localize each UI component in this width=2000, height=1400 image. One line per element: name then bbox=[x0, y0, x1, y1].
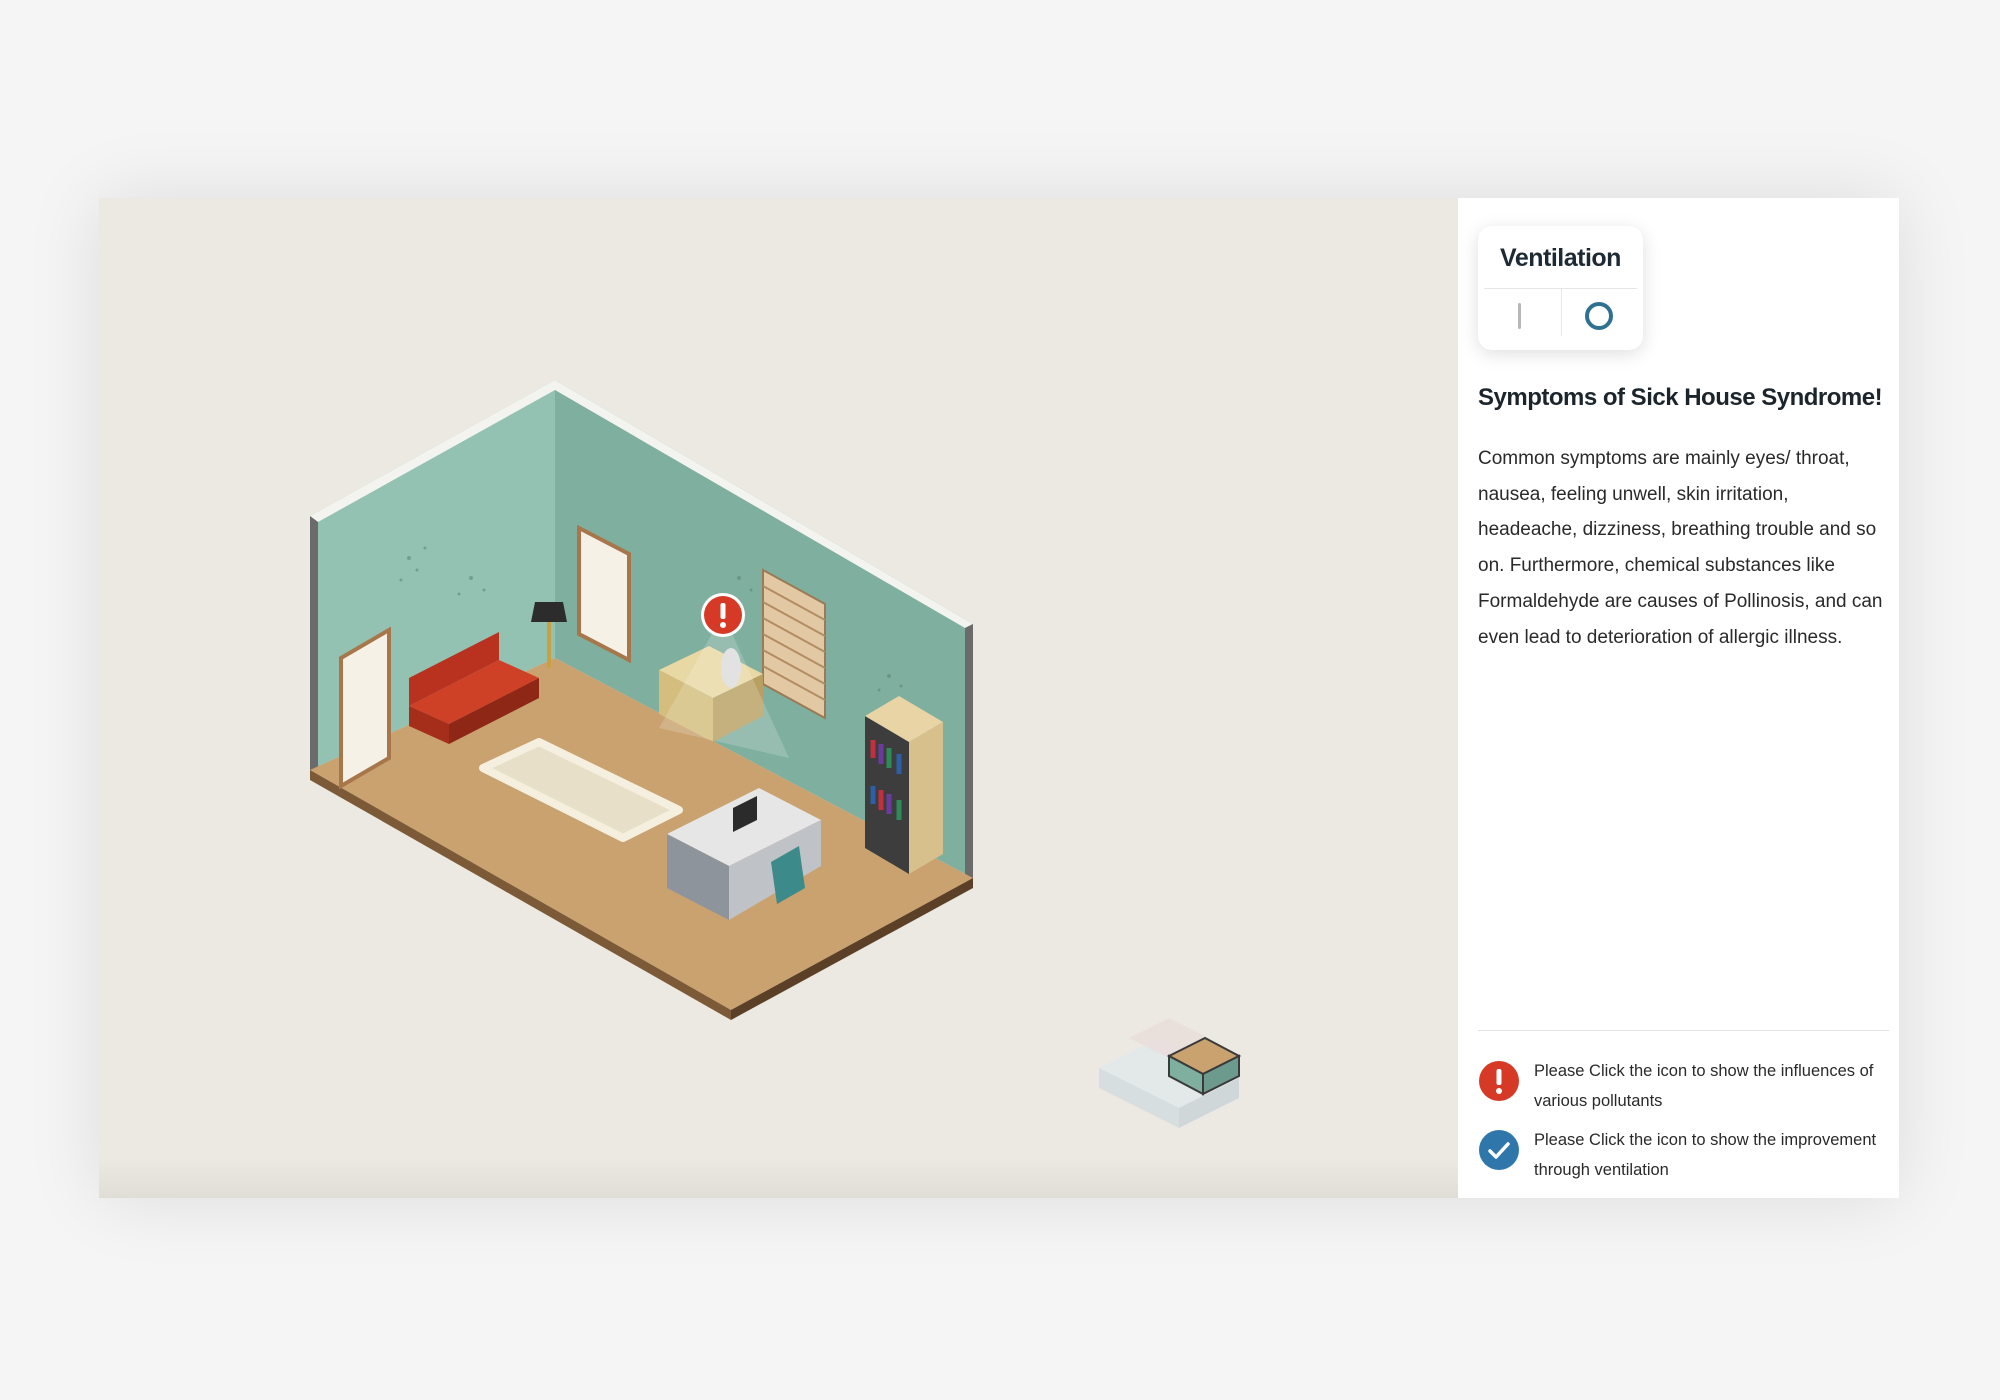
app-frame: Ventilation Symptoms of Sick House Syndr… bbox=[99, 198, 1899, 1198]
bar-icon bbox=[1518, 303, 1521, 329]
left-door bbox=[339, 626, 391, 790]
legend-divider bbox=[1478, 1030, 1889, 1031]
info-body: Common symptoms are mainly eyes/ throat,… bbox=[1478, 448, 1883, 648]
legend-text: Please Click the icon to show the influe… bbox=[1534, 1062, 1874, 1110]
room-scene bbox=[99, 198, 1458, 1198]
ventilation-on-button[interactable] bbox=[1562, 288, 1643, 342]
info-panel: Ventilation Symptoms of Sick House Syndr… bbox=[1458, 198, 1899, 1198]
ring-icon bbox=[1585, 302, 1613, 330]
lamp-shade bbox=[531, 602, 567, 622]
isometric-room-illustration bbox=[310, 380, 973, 1020]
checkmark-icon bbox=[1479, 1130, 1519, 1170]
scene-bottom-shade bbox=[99, 1158, 1458, 1198]
ventilation-off-button[interactable] bbox=[1478, 288, 1561, 342]
info-heading: Symptoms of Sick House Syndrome! bbox=[1478, 384, 1883, 411]
ventilation-title: Ventilation bbox=[1500, 244, 1621, 272]
right-wall-edge bbox=[965, 624, 973, 882]
house-minimap[interactable] bbox=[1089, 998, 1249, 1148]
ventilation-toggle: Ventilation bbox=[1478, 226, 1643, 350]
legend-text: Please Click the icon to show the improv… bbox=[1534, 1131, 1877, 1179]
exclamation-icon bbox=[1479, 1061, 1519, 1101]
left-wall-edge bbox=[310, 516, 318, 772]
bookshelf-side bbox=[909, 722, 943, 874]
pollutant-alert-icon[interactable] bbox=[700, 592, 746, 638]
